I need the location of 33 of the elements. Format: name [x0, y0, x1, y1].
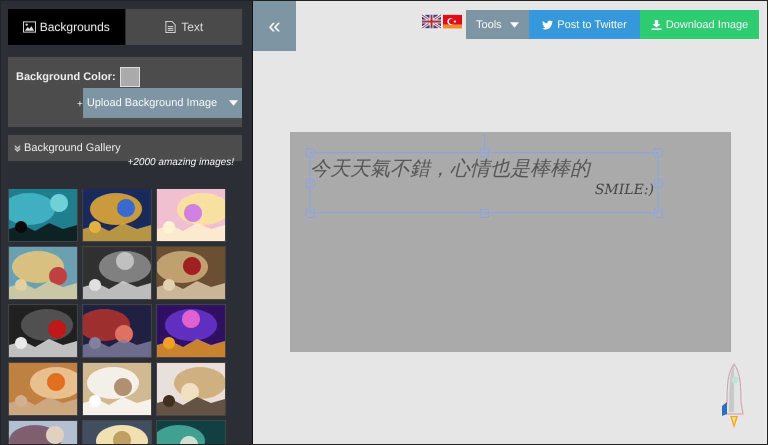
rotate-handle[interactable] [484, 134, 485, 152]
tab[interactable]: Backgrounds [8, 9, 124, 45]
image-icon [22, 21, 36, 33]
turkey-flag-icon[interactable] [443, 14, 462, 29]
upload-dropdown[interactable]: Upload Background Image [82, 88, 242, 118]
caret-icon [229, 100, 238, 106]
gallery-title: Background Gallery [24, 142, 121, 154]
field-label: Background Color: [16, 71, 116, 83]
canvas-text[interactable]: SMILE:) [310, 182, 658, 198]
selection-frame[interactable] [310, 152, 658, 213]
resize-handle[interactable] [654, 148, 663, 157]
tools-dropdown[interactable]: Tools [466, 10, 529, 39]
document-icon [164, 21, 178, 33]
double-chevron-icon [14, 144, 21, 152]
plus-sign: + [77, 100, 83, 110]
download-button[interactable]: Download Image [640, 10, 759, 39]
resize-handle[interactable] [654, 178, 663, 188]
caret-icon [510, 22, 519, 28]
post-to-twitter-button[interactable]: Post to Twitter [529, 10, 640, 39]
resize-handle[interactable] [654, 209, 663, 218]
resize-handle[interactable] [480, 209, 489, 218]
resize-handle[interactable] [306, 178, 315, 188]
tab[interactable]: Text [126, 9, 242, 45]
image-canvas[interactable]: 今天天氣不錯，心情也是棒棒的 SMILE:) [290, 132, 731, 352]
download-icon [650, 20, 662, 30]
resize-handle[interactable] [306, 148, 315, 157]
bird-icon [542, 20, 554, 30]
canvas-text[interactable]: 今天天氣不錯，心情也是棒棒的 [310, 152, 658, 182]
uk-flag-icon[interactable] [422, 14, 441, 29]
resize-handle[interactable] [480, 148, 489, 157]
collapse-button[interactable]: « [253, 1, 296, 51]
color-swatch[interactable] [120, 67, 140, 87]
resize-handle[interactable] [306, 209, 315, 218]
